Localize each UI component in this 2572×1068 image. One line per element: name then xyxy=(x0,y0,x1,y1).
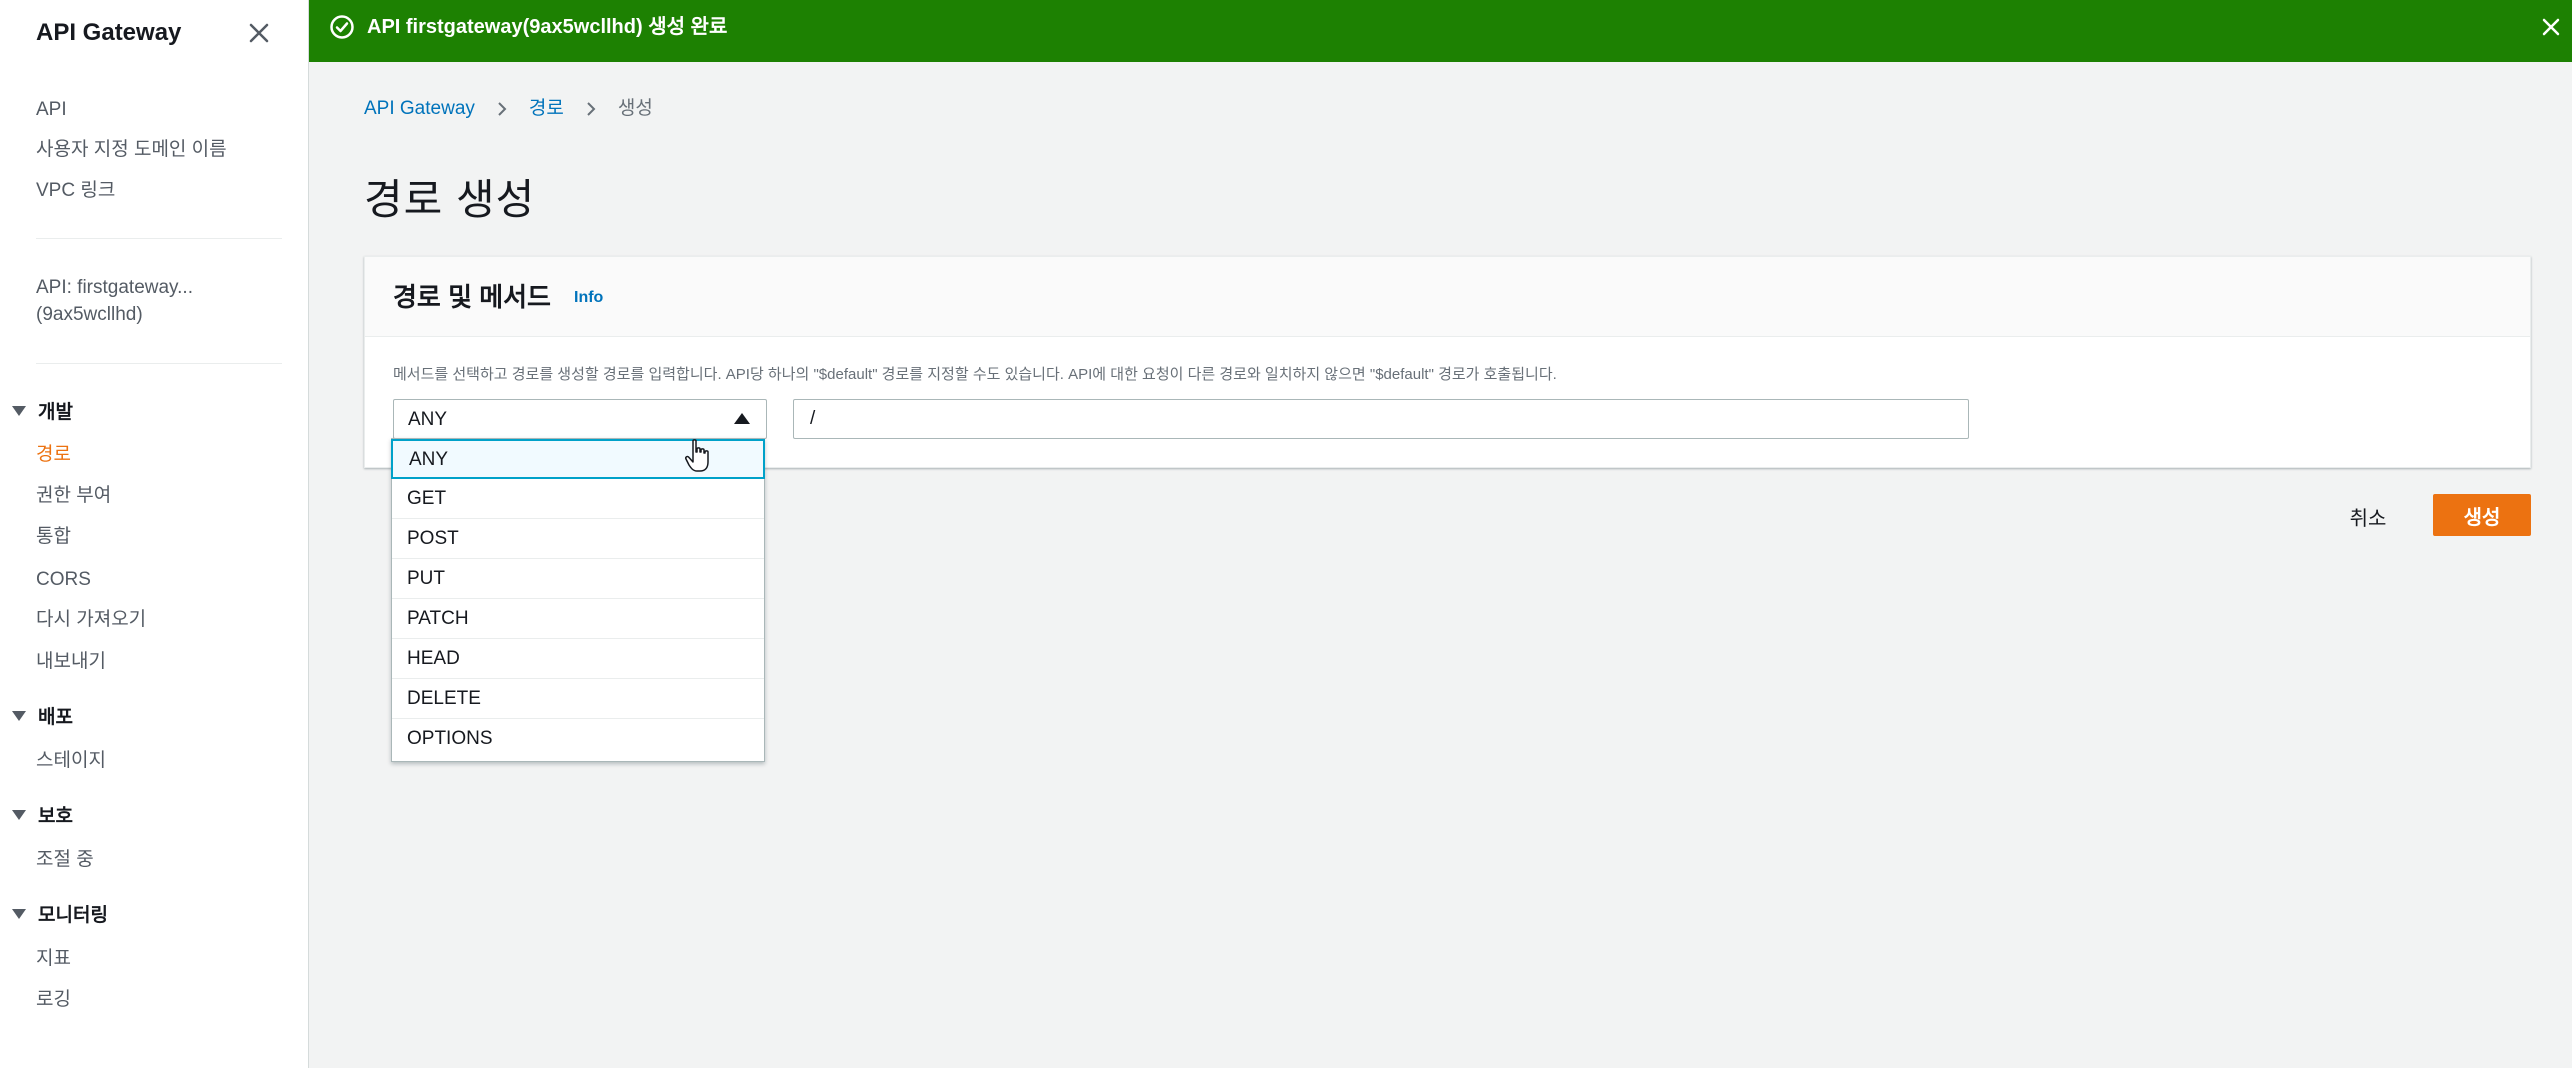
option-label: HEAD xyxy=(407,648,460,669)
panel-title: 경로 및 메서드 xyxy=(393,282,551,312)
route-method-panel: 경로 및 메서드 Info 메서드를 선택하고 경로를 생성할 경로를 입력합니… xyxy=(364,256,2531,468)
option-label: POST xyxy=(407,528,459,549)
sidebar-section-develop[interactable]: 개발 xyxy=(12,401,73,425)
sidebar-item-authorization[interactable]: 권한 부여 xyxy=(36,484,111,508)
sidebar-item-integrations[interactable]: 통합 xyxy=(36,525,71,549)
sidebar-current-api[interactable]: API: firstgateway... (9ax5wcllhd) xyxy=(36,274,193,328)
sidebar-item-throttling[interactable]: 조절 중 xyxy=(36,848,94,872)
page-title: 경로 생성 xyxy=(364,176,536,223)
sidebar-divider xyxy=(36,363,282,364)
caret-down-icon xyxy=(12,711,26,721)
sidebar-item-export[interactable]: 내보내기 xyxy=(36,650,106,674)
method-option-any[interactable]: ANY xyxy=(391,439,765,479)
breadcrumb-current: 생성 xyxy=(617,98,653,119)
option-label: GET xyxy=(407,488,447,509)
current-api-id: (9ax5wcllhd) xyxy=(36,304,143,325)
section-title: 보호 xyxy=(38,806,73,827)
panel-header: 경로 및 메서드 Info xyxy=(365,257,2530,337)
breadcrumb-api-gateway[interactable]: API Gateway xyxy=(364,96,475,122)
sidebar-section-monitor[interactable]: 모니터링 xyxy=(12,904,108,928)
chevron-right-icon xyxy=(498,102,507,116)
sidebar-item-api[interactable]: API xyxy=(36,98,67,122)
flash-message: API firstgateway(9ax5wcllhd) 생성 완료 xyxy=(367,16,728,38)
sidebar-item-vpc-link[interactable]: VPC 링크 xyxy=(36,179,115,203)
breadcrumb-routes[interactable]: 경로 xyxy=(529,96,564,122)
close-icon[interactable] xyxy=(244,18,274,48)
sidebar-item-routes[interactable]: 경로 xyxy=(36,443,71,467)
check-circle-icon xyxy=(330,15,354,39)
panel-description: 메서드를 선택하고 경로를 생성할 경로를 입력합니다. API당 하나의 "$… xyxy=(393,366,1557,383)
section-title: 개발 xyxy=(38,402,73,423)
option-label: OPTIONS xyxy=(407,728,493,749)
option-label: ANY xyxy=(409,449,449,470)
method-option-put[interactable]: PUT xyxy=(392,559,764,599)
sidebar-item-stages[interactable]: 스테이지 xyxy=(36,749,106,773)
method-option-patch[interactable]: PATCH xyxy=(392,599,764,639)
method-option-head[interactable]: HEAD xyxy=(392,639,764,679)
option-label: DELETE xyxy=(407,688,481,709)
sidebar-title: API Gateway xyxy=(36,19,182,46)
method-dropdown-list: ANY GET POST PUT PATCH HEAD DELETE OPTIO… xyxy=(391,438,765,762)
sidebar-item-logging[interactable]: 로깅 xyxy=(36,988,71,1012)
app: API Gateway API 사용자 지정 도메인 이름 VPC 링크 API… xyxy=(0,0,2572,1068)
caret-up-icon xyxy=(734,413,750,424)
create-button[interactable]: 생성 xyxy=(2433,494,2531,536)
route-path-input[interactable] xyxy=(793,399,1969,439)
sidebar-section-protect[interactable]: 보호 xyxy=(12,805,73,829)
chevron-right-icon xyxy=(587,102,596,116)
section-title: 모니터링 xyxy=(38,905,108,926)
caret-down-icon xyxy=(12,909,26,919)
current-api-name: API: firstgateway... xyxy=(36,277,193,298)
method-select-value: ANY xyxy=(408,409,448,430)
sidebar-header: API Gateway xyxy=(36,16,278,50)
info-link[interactable]: Info xyxy=(574,289,603,307)
sidebar-item-metrics[interactable]: 지표 xyxy=(36,947,71,971)
cancel-button[interactable]: 취소 xyxy=(2336,496,2400,536)
sidebar: API Gateway API 사용자 지정 도메인 이름 VPC 링크 API… xyxy=(0,0,309,1068)
close-icon[interactable] xyxy=(2536,12,2566,42)
sidebar-item-cors[interactable]: CORS xyxy=(36,568,91,592)
breadcrumb: API Gateway 경로 생성 xyxy=(364,96,653,122)
method-option-get[interactable]: GET xyxy=(392,479,764,519)
method-option-post[interactable]: POST xyxy=(392,519,764,559)
caret-down-icon xyxy=(12,406,26,416)
method-select[interactable]: ANY xyxy=(393,399,767,439)
option-label: PUT xyxy=(407,568,445,589)
sidebar-section-deploy[interactable]: 배포 xyxy=(12,706,73,730)
sidebar-item-custom-domain[interactable]: 사용자 지정 도메인 이름 xyxy=(36,138,227,162)
option-label: PATCH xyxy=(407,608,469,629)
method-option-delete[interactable]: DELETE xyxy=(392,679,764,719)
method-option-options[interactable]: OPTIONS xyxy=(392,719,764,759)
section-title: 배포 xyxy=(38,707,73,728)
sidebar-item-reimport[interactable]: 다시 가져오기 xyxy=(36,608,146,632)
caret-down-icon xyxy=(12,810,26,820)
sidebar-divider xyxy=(36,238,282,239)
success-flashbar: API firstgateway(9ax5wcllhd) 생성 완료 xyxy=(309,0,2572,62)
